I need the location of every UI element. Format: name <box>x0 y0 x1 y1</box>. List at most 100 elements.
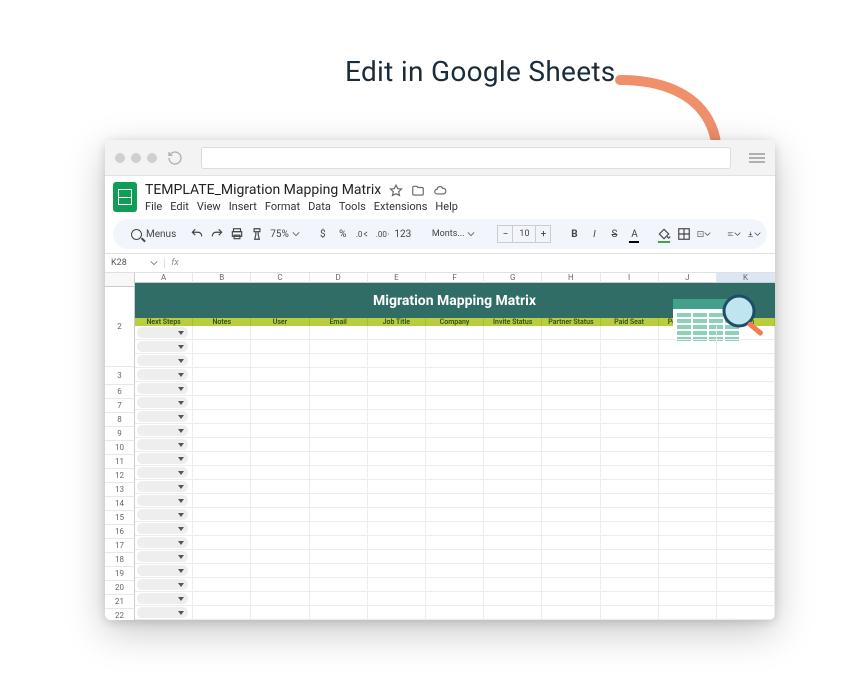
star-icon[interactable] <box>389 183 403 197</box>
dropdown-chip[interactable] <box>137 537 188 548</box>
cell[interactable] <box>251 550 309 564</box>
cell[interactable] <box>135 354 193 368</box>
cell[interactable] <box>601 438 659 452</box>
cell[interactable] <box>717 480 775 494</box>
cell[interactable] <box>484 466 542 480</box>
cell[interactable] <box>484 494 542 508</box>
row-header[interactable]: 8 <box>105 413 135 427</box>
cell[interactable] <box>484 564 542 578</box>
halign-icon[interactable] <box>727 224 741 244</box>
dec-decrease-button[interactable]: .0 <box>356 224 370 244</box>
cell[interactable] <box>310 494 368 508</box>
dropdown-chip[interactable] <box>137 467 188 478</box>
cell[interactable] <box>484 578 542 592</box>
cell[interactable] <box>717 592 775 606</box>
cell[interactable] <box>717 578 775 592</box>
cell[interactable] <box>368 396 426 410</box>
dropdown-chip[interactable] <box>137 397 188 408</box>
cell[interactable] <box>135 368 193 382</box>
cell[interactable] <box>310 592 368 606</box>
column-header[interactable]: E <box>368 273 426 283</box>
valign-icon[interactable] <box>747 224 761 244</box>
table-header-cell[interactable]: Email <box>310 318 368 326</box>
cell[interactable] <box>426 606 484 620</box>
cell[interactable] <box>193 508 251 522</box>
column-header[interactable]: D <box>310 273 368 283</box>
cell[interactable] <box>484 606 542 620</box>
row-header[interactable]: 19 <box>105 567 135 581</box>
merge-icon[interactable] <box>697 224 711 244</box>
cell[interactable] <box>542 508 600 522</box>
cell[interactable] <box>484 368 542 382</box>
cell[interactable] <box>310 508 368 522</box>
cell[interactable] <box>717 508 775 522</box>
cell[interactable] <box>193 410 251 424</box>
cell[interactable] <box>310 438 368 452</box>
reload-icon[interactable] <box>167 150 183 166</box>
row-header[interactable]: 10 <box>105 441 135 455</box>
menu-data[interactable]: Data <box>308 200 331 213</box>
cell[interactable] <box>717 452 775 466</box>
cell[interactable] <box>368 326 426 340</box>
dropdown-chip[interactable] <box>137 453 188 464</box>
cell[interactable] <box>251 606 309 620</box>
dropdown-chip[interactable] <box>137 607 188 618</box>
dropdown-chip[interactable] <box>137 579 188 590</box>
cell[interactable] <box>717 354 775 368</box>
hamburger-icon[interactable] <box>749 151 765 165</box>
cell[interactable] <box>717 424 775 438</box>
dec-increase-button[interactable]: .00 <box>376 224 390 244</box>
column-header[interactable]: G <box>484 273 542 283</box>
cell[interactable] <box>542 536 600 550</box>
cell[interactable] <box>251 410 309 424</box>
cell[interactable] <box>251 508 309 522</box>
cell[interactable] <box>659 354 717 368</box>
cell[interactable] <box>484 410 542 424</box>
cell[interactable] <box>251 494 309 508</box>
cell[interactable] <box>717 396 775 410</box>
row-header[interactable]: 12 <box>105 469 135 483</box>
cell[interactable] <box>659 452 717 466</box>
cell[interactable] <box>310 354 368 368</box>
cell[interactable] <box>484 424 542 438</box>
cell[interactable] <box>542 494 600 508</box>
cell[interactable] <box>542 578 600 592</box>
column-header[interactable]: C <box>251 273 309 283</box>
cell[interactable] <box>251 396 309 410</box>
cell[interactable] <box>601 340 659 354</box>
dropdown-chip[interactable] <box>137 383 188 394</box>
cell[interactable] <box>542 466 600 480</box>
cloud-icon[interactable] <box>433 183 447 197</box>
cell[interactable] <box>310 424 368 438</box>
cell[interactable] <box>717 466 775 480</box>
cell[interactable] <box>601 494 659 508</box>
cell[interactable] <box>484 438 542 452</box>
table-header-cell[interactable]: Partner Status <box>542 318 600 326</box>
cell[interactable] <box>193 550 251 564</box>
traffic-close[interactable] <box>115 153 125 163</box>
zoom-select[interactable]: 75% <box>270 229 300 240</box>
row-header[interactable]: 22 <box>105 609 135 620</box>
column-header[interactable]: F <box>426 273 484 283</box>
cell[interactable] <box>251 354 309 368</box>
cell[interactable] <box>310 522 368 536</box>
cell[interactable] <box>193 578 251 592</box>
format-number-button[interactable]: 123 <box>396 224 410 244</box>
menu-view[interactable]: View <box>197 200 221 213</box>
cell[interactable] <box>426 466 484 480</box>
dropdown-chip[interactable] <box>137 341 188 352</box>
cell[interactable] <box>135 452 193 466</box>
cell[interactable] <box>717 494 775 508</box>
name-box[interactable]: K28 <box>105 258 165 268</box>
dropdown-chip[interactable] <box>137 509 188 520</box>
cell[interactable] <box>542 382 600 396</box>
cell[interactable] <box>426 424 484 438</box>
cell[interactable] <box>310 382 368 396</box>
cell[interactable] <box>426 340 484 354</box>
cell[interactable] <box>659 424 717 438</box>
cell[interactable] <box>193 452 251 466</box>
cell[interactable] <box>193 326 251 340</box>
cell[interactable] <box>368 410 426 424</box>
url-bar[interactable] <box>201 147 731 169</box>
cell[interactable] <box>601 578 659 592</box>
